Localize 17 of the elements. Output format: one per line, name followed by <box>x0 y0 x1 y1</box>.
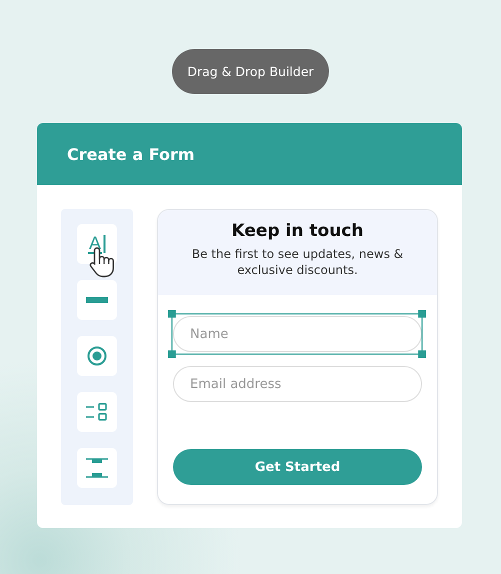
spacing-icon <box>86 458 108 478</box>
tool-button[interactable] <box>77 392 117 432</box>
input-field[interactable]: Email address <box>173 366 422 402</box>
builder-badge: Drag & Drop Builder <box>172 49 329 94</box>
form-subtitle: Be the first to see updates, news & exclusive discounts. <box>190 246 404 278</box>
input-field[interactable]: Name <box>173 316 422 352</box>
tool-button[interactable] <box>77 336 117 376</box>
text-cursor-icon <box>103 235 106 253</box>
options-icon <box>86 403 108 421</box>
form-title: Keep in touch <box>232 221 364 241</box>
tool-button[interactable] <box>77 448 117 488</box>
tool-button[interactable] <box>77 280 117 320</box>
get-started-button[interactable]: Get Started <box>173 449 422 485</box>
selection-frame[interactable] <box>168 310 426 358</box>
bar-icon <box>86 297 108 303</box>
card-title: Create a Form <box>67 144 195 164</box>
radio-icon <box>87 346 107 366</box>
